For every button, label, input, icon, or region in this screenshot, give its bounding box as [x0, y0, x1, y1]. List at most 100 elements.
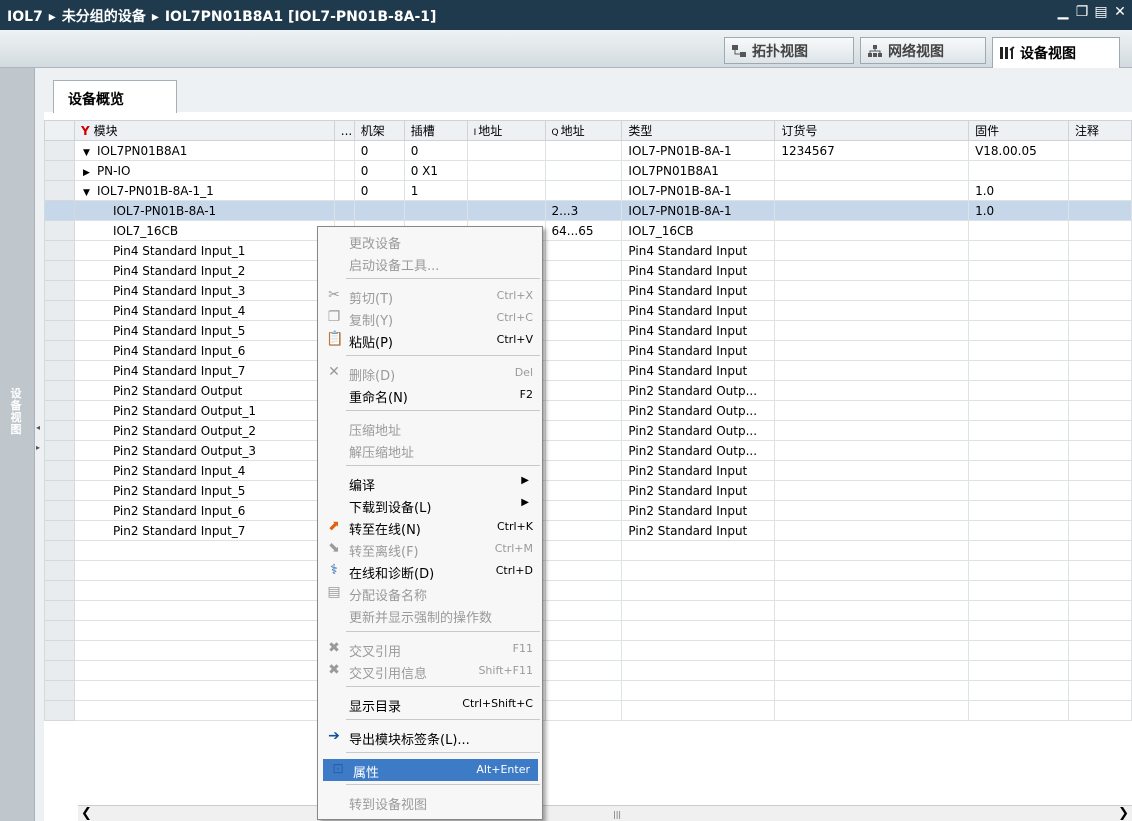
menu-item[interactable]: ⊡ 属性 Alt+Enter — [323, 759, 538, 781]
cell-order[interactable] — [774, 420, 970, 441]
cell-qaddr[interactable]: 2...3 — [544, 200, 623, 221]
minimize-icon[interactable]: ▁ — [1055, 4, 1071, 20]
row-header[interactable] — [44, 440, 75, 461]
cell-type[interactable]: Pin2 Standard Outp... — [621, 440, 776, 461]
cell-order[interactable] — [774, 620, 970, 641]
row-header[interactable] — [44, 300, 75, 321]
cell-fw[interactable] — [968, 360, 1069, 381]
cell-type[interactable]: IOL7-PN01B-8A-1 — [621, 200, 776, 221]
cell-fw[interactable]: 1.0 — [968, 200, 1069, 221]
table-row[interactable]: IOL7_16CB 64...65 IOL7_16CB — [44, 220, 1132, 241]
cell-qaddr[interactable] — [544, 420, 623, 441]
cell-qaddr[interactable] — [544, 660, 623, 681]
table-row[interactable]: Pin2 Standard Input_5 Pin2 Standard Input — [44, 480, 1132, 501]
cell-module[interactable]: Pin2 Standard Output_2 — [73, 420, 335, 441]
restore-icon[interactable]: ❐ — [1074, 4, 1090, 20]
menu-item[interactable]: 📋 粘贴(P) Ctrl+V — [319, 329, 541, 351]
row-header[interactable] — [44, 600, 75, 621]
row-header[interactable] — [44, 160, 75, 181]
cell-module[interactable]: Pin2 Standard Output_3 — [73, 440, 335, 461]
table-row[interactable] — [44, 580, 1132, 601]
maximize-icon[interactable]: ▤ — [1093, 4, 1109, 20]
cell-comment[interactable] — [1067, 540, 1132, 561]
cell-qaddr[interactable] — [544, 260, 623, 281]
cell-module[interactable]: Pin4 Standard Input_2 — [73, 260, 335, 281]
table-row[interactable]: Pin4 Standard Input_3 Pin4 Standard Input — [44, 280, 1132, 301]
cell-comment[interactable] — [1067, 380, 1132, 401]
menu-item[interactable]: 更改设备 — [319, 230, 541, 252]
cell-comment[interactable] — [1067, 500, 1132, 521]
table-row[interactable]: Pin2 Standard Input_7 Pin2 Standard Input — [44, 520, 1132, 541]
cell-type[interactable]: Pin2 Standard Input — [621, 520, 776, 541]
cell-slot[interactable]: 1 — [403, 180, 468, 201]
table-row[interactable]: Pin4 Standard Input_5 Pin4 Standard Input — [44, 320, 1132, 341]
cell-order[interactable] — [774, 580, 970, 601]
cell-more[interactable] — [333, 200, 355, 221]
table-row[interactable]: IOL7-PN01B-8A-1 2...3 IOL7-PN01B-8A-1 1.0 — [44, 200, 1132, 221]
cell-rack[interactable]: 0 — [353, 160, 405, 181]
row-header[interactable] — [44, 180, 75, 201]
cell-fw[interactable] — [968, 660, 1069, 681]
menu-item[interactable]: 下载到设备(L) ▶ — [319, 494, 541, 516]
cell-fw[interactable] — [968, 340, 1069, 361]
row-header[interactable] — [44, 140, 75, 161]
row-header[interactable] — [44, 480, 75, 501]
table-row[interactable]: Pin2 Standard Output Pin2 Standard Outp..… — [44, 380, 1132, 401]
cell-order[interactable] — [774, 600, 970, 621]
horizontal-scrollbar[interactable]: ❮ ||| ❯ — [78, 805, 1132, 821]
table-row[interactable]: Pin2 Standard Input_4 Pin2 Standard Input — [44, 460, 1132, 481]
cell-comment[interactable] — [1067, 520, 1132, 541]
table-row[interactable] — [44, 640, 1132, 661]
cell-qaddr[interactable] — [544, 300, 623, 321]
row-header[interactable] — [44, 240, 75, 261]
row-header[interactable] — [44, 560, 75, 581]
cell-order[interactable] — [774, 360, 970, 381]
table-row[interactable] — [44, 660, 1132, 681]
cell-fw[interactable] — [968, 160, 1069, 181]
cell-slot[interactable]: 0 — [403, 140, 468, 161]
row-header[interactable] — [44, 200, 75, 221]
cell-fw[interactable]: V18.00.05 — [968, 140, 1069, 161]
tab-topology-view[interactable]: 拓扑视图 — [724, 37, 854, 64]
row-header[interactable] — [44, 360, 75, 381]
cell-type[interactable] — [621, 620, 776, 641]
cell-type[interactable] — [621, 560, 776, 581]
cell-order[interactable] — [774, 660, 970, 681]
cell-module[interactable]: Pin4 Standard Input_6 — [73, 340, 335, 361]
column-header-i-address[interactable]: I 地址 — [466, 120, 546, 141]
cell-qaddr[interactable] — [544, 700, 623, 721]
cell-comment[interactable] — [1067, 160, 1132, 181]
cell-module[interactable]: Pin4 Standard Input_5 — [73, 320, 335, 341]
cell-fw[interactable] — [968, 280, 1069, 301]
cell-qaddr[interactable] — [544, 180, 623, 201]
cell-order[interactable] — [774, 220, 970, 241]
row-header[interactable] — [44, 380, 75, 401]
cell-module[interactable]: Pin4 Standard Input_7 — [73, 360, 335, 381]
table-row[interactable] — [44, 540, 1132, 561]
cell-module[interactable]: Pin2 Standard Input_7 — [73, 520, 335, 541]
menu-item[interactable]: 重命名(N) F2 — [319, 384, 541, 406]
menu-item[interactable]: ⚕ 在线和诊断(D) Ctrl+D — [319, 560, 541, 582]
table-row[interactable]: Pin2 Standard Output_1 Pin2 Standard Outp… — [44, 400, 1132, 421]
menu-item[interactable]: ⬈ 转至在线(N) Ctrl+K — [319, 516, 541, 538]
cell-type[interactable]: IOL7-PN01B-8A-1 — [621, 180, 776, 201]
cell-fw[interactable] — [968, 680, 1069, 701]
cell-rack[interactable]: 0 — [353, 180, 405, 201]
cell-qaddr[interactable] — [544, 240, 623, 261]
cell-qaddr[interactable] — [544, 500, 623, 521]
cell-order[interactable] — [774, 300, 970, 321]
cell-order[interactable] — [774, 540, 970, 561]
column-header-firmware[interactable]: 固件 — [968, 120, 1069, 141]
cell-fw[interactable] — [968, 420, 1069, 441]
cell-comment[interactable] — [1067, 600, 1132, 621]
cell-order[interactable] — [774, 560, 970, 581]
cell-qaddr[interactable] — [544, 640, 623, 661]
column-header-rack[interactable]: 机架 — [353, 120, 405, 141]
cell-type[interactable]: Pin2 Standard Outp... — [621, 400, 776, 421]
cell-module[interactable]: Pin2 Standard Input_6 — [73, 500, 335, 521]
cell-module[interactable] — [73, 660, 335, 681]
cell-comment[interactable] — [1067, 200, 1132, 221]
cell-type[interactable] — [621, 700, 776, 721]
cell-order[interactable] — [774, 320, 970, 341]
cell-module[interactable] — [73, 600, 335, 621]
